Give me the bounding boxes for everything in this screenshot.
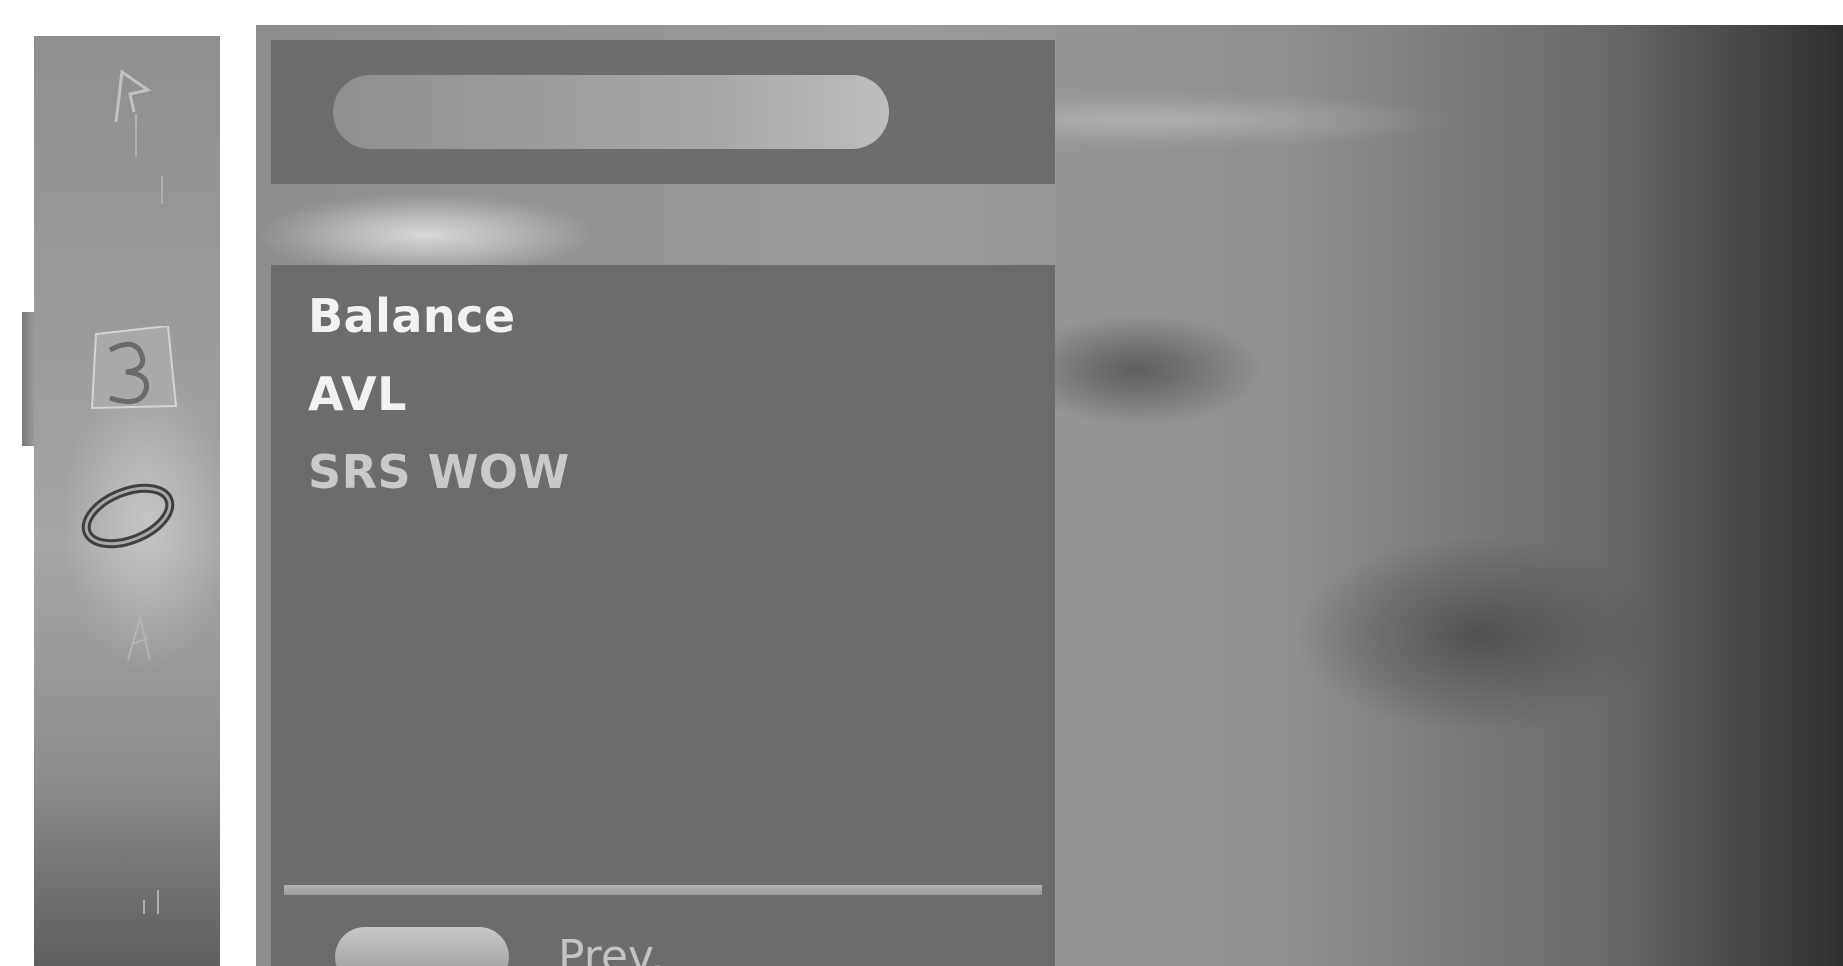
- tv-osd-screen: Balance AVL SRS WOW Prev.: [0, 0, 1843, 966]
- prev-button[interactable]: [335, 927, 509, 966]
- menu-title-panel: [271, 40, 1055, 184]
- menu-title-bar: [333, 75, 889, 149]
- menu-sidebar: [34, 36, 220, 966]
- menu-list-panel: Balance AVL SRS WOW Prev.: [271, 265, 1055, 966]
- picture-menu-icon[interactable]: [104, 66, 164, 206]
- special-menu-icon[interactable]: [120, 608, 160, 668]
- menu-list: Balance AVL SRS WOW: [308, 277, 570, 511]
- time-menu-icon[interactable]: [78, 476, 178, 556]
- footer-divider: [284, 885, 1042, 895]
- menu-item-balance[interactable]: Balance: [308, 277, 570, 355]
- prev-label: Prev.: [558, 931, 665, 966]
- selected-tab-indicator: [22, 312, 34, 446]
- audio-menu-icon[interactable]: [90, 326, 180, 416]
- screen-menu-icon[interactable]: [134, 880, 174, 920]
- menu-item-srs-wow[interactable]: SRS WOW: [308, 433, 570, 511]
- menu-item-avl[interactable]: AVL: [308, 355, 570, 433]
- menu-screen: Balance AVL SRS WOW Prev.: [256, 25, 1843, 966]
